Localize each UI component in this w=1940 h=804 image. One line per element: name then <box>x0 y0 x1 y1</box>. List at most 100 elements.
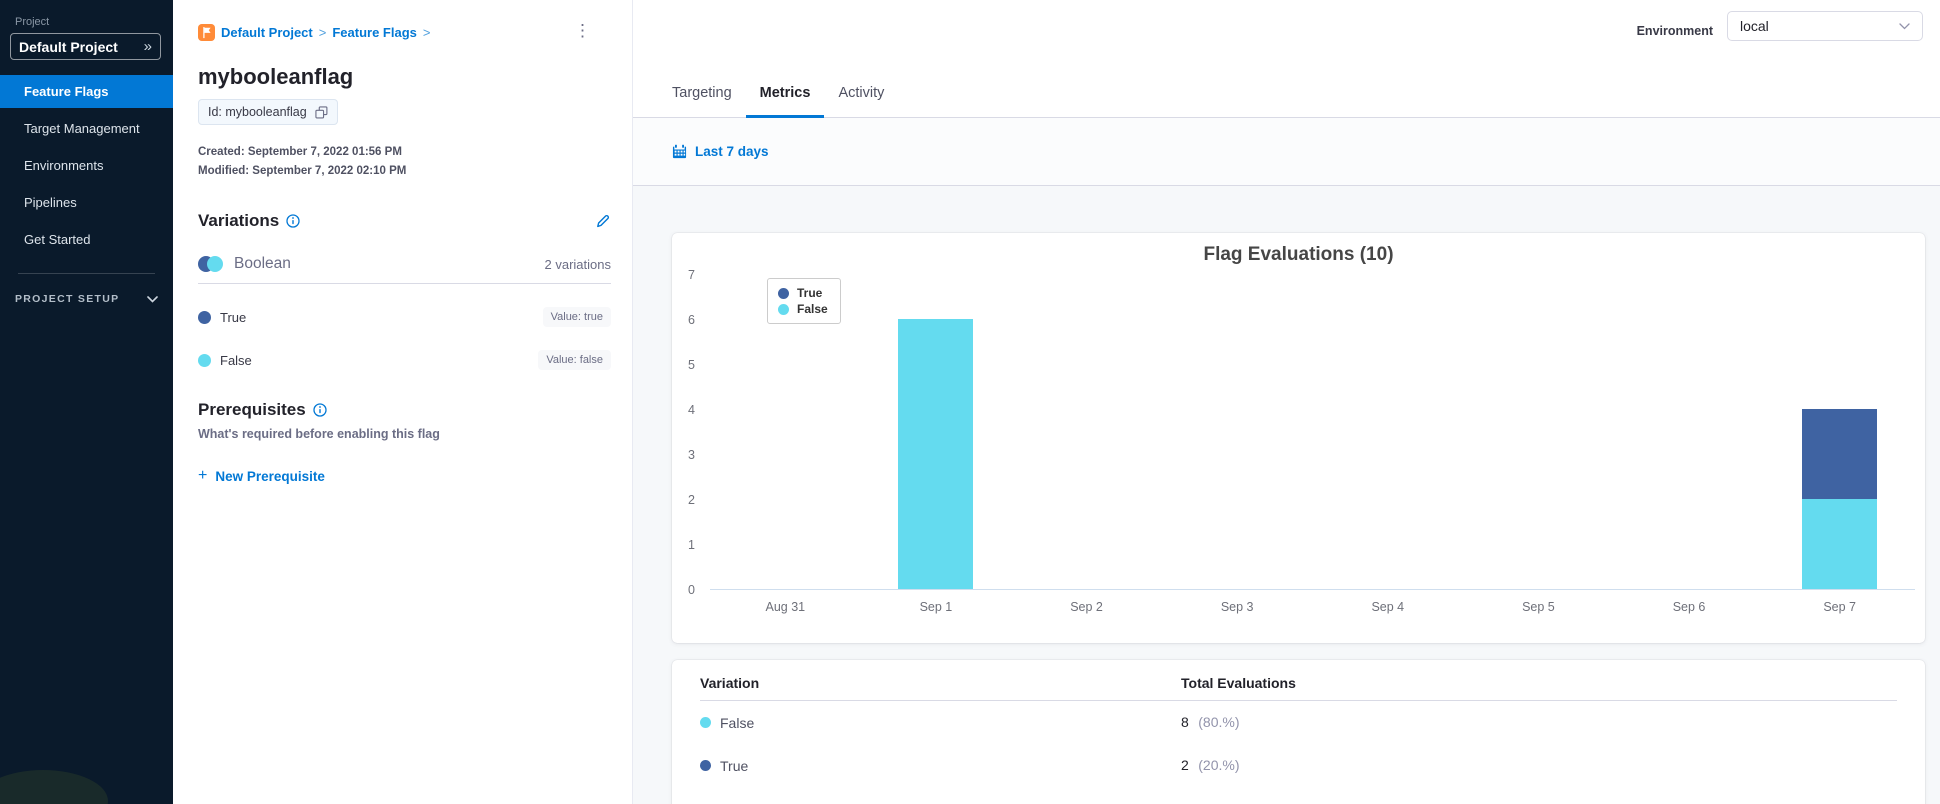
variation-value-chip: Value: false <box>538 350 611 370</box>
breadcrumb-link-feature-flags[interactable]: Feature Flags <box>332 25 417 40</box>
info-icon[interactable] <box>313 403 327 417</box>
project-selector-value: Default Project <box>19 38 118 55</box>
y-tick-label: 6 <box>688 313 695 327</box>
y-tick-label: 7 <box>688 268 695 282</box>
variation-value-chip: Value: true <box>542 307 611 327</box>
total-percentage: (80.%) <box>1198 713 1240 730</box>
x-tick-label: Sep 6 <box>1672 600 1706 614</box>
variation-type-label: Boolean <box>234 255 291 272</box>
project-selector[interactable]: Default Project » <box>10 33 161 60</box>
feature-flags-module-icon <box>198 24 215 41</box>
column-header-variation: Variation <box>700 675 760 691</box>
table-header-row: Variation Total Evaluations <box>700 660 1897 700</box>
tab-targeting[interactable]: Targeting <box>658 77 746 118</box>
tab-bar: Targeting Metrics Activity <box>658 77 898 118</box>
variation-name: False <box>720 714 755 731</box>
main-header: Environment local Targeting Metrics Acti… <box>633 0 1940 118</box>
variation-cell: True <box>700 758 1181 774</box>
plus-icon: + <box>198 467 208 484</box>
tab-activity[interactable]: Activity <box>824 77 898 118</box>
bar-segment-false <box>898 319 974 589</box>
sidebar-nav: Feature Flags Target Management Environm… <box>0 75 173 256</box>
variation-cell: False <box>700 715 1181 731</box>
y-tick-label: 4 <box>688 403 695 417</box>
new-prerequisite-label: New Prerequisite <box>215 468 325 484</box>
kebab-menu-icon[interactable]: ⋮ <box>574 22 591 39</box>
breadcrumb-separator: > <box>318 25 327 40</box>
created-timestamp: Created: September 7, 2022 01:56 PM <box>198 146 402 158</box>
x-tick-label: Sep 1 <box>919 600 953 614</box>
tab-metrics[interactable]: Metrics <box>745 77 825 118</box>
total-value: 2 <box>1181 756 1189 773</box>
sidebar-item-environments[interactable]: Environments <box>0 149 173 182</box>
environment-picker: Environment local <box>1637 11 1923 41</box>
table-row: True 2 (20.%) <box>700 744 1897 787</box>
chevron-down-icon <box>1899 22 1910 29</box>
metrics-filter-bar: Last 7 days <box>633 118 1940 186</box>
copy-icon[interactable] <box>315 105 328 119</box>
environment-label: Environment <box>1636 24 1713 38</box>
boolean-circle-false <box>207 256 223 272</box>
date-range-filter-label: Last 7 days <box>695 144 769 159</box>
total-percentage: (20.%) <box>1198 756 1240 773</box>
sidebar-item-get-started[interactable]: Get Started <box>0 223 173 256</box>
project-setup-label: PROJECT SETUP <box>15 293 120 305</box>
double-chevron-icon[interactable]: » <box>144 38 152 55</box>
new-prerequisite-button[interactable]: + New Prerequisite <box>198 468 325 484</box>
sidebar: Project Default Project » Feature Flags … <box>0 0 173 804</box>
evaluations-table-card: Variation Total Evaluations False 8 (80.… <box>672 660 1925 804</box>
date-range-filter-button[interactable]: Last 7 days <box>672 144 769 159</box>
prerequisites-description: What's required before enabling this fla… <box>198 427 440 441</box>
help-widget-blob[interactable] <box>0 770 108 804</box>
x-tick-label: Sep 7 <box>1823 600 1857 614</box>
sidebar-project-setup-toggle[interactable]: PROJECT SETUP <box>15 293 158 305</box>
info-icon[interactable] <box>286 214 300 228</box>
variation-dot-false <box>700 717 711 728</box>
x-tick-label: Sep 2 <box>1070 600 1103 614</box>
variation-dot-true <box>198 310 211 324</box>
variation-row-true: True Value: true <box>198 307 611 327</box>
breadcrumb-separator: > <box>422 25 431 40</box>
variations-header: Variations <box>198 211 611 231</box>
app-root: Project Default Project » Feature Flags … <box>0 0 1940 804</box>
sidebar-item-feature-flags[interactable]: Feature Flags <box>0 75 173 108</box>
variation-row-false: False Value: false <box>198 350 611 370</box>
x-tick-label: Aug 31 <box>765 600 806 614</box>
bar-segment-false <box>1802 499 1878 589</box>
chart-title: Flag Evaluations (10) <box>1203 244 1394 265</box>
sidebar-divider <box>18 273 155 274</box>
breadcrumb-link-default-project[interactable]: Default Project <box>221 25 313 40</box>
environment-select[interactable]: local <box>1727 11 1923 41</box>
modified-timestamp: Modified: September 7, 2022 02:10 PM <box>198 165 407 177</box>
variation-dot-true <box>700 760 711 771</box>
flag-id-chip: Id: mybooleanflag <box>198 99 338 125</box>
flag-detail-panel: Default Project > Feature Flags > ⋮ mybo… <box>173 0 633 804</box>
flag-title: mybooleanflag <box>198 64 354 89</box>
flag-evaluations-chart-card: Flag Evaluations (10) True False 01234567… <box>672 233 1925 643</box>
breadcrumb: Default Project > Feature Flags > <box>198 24 611 41</box>
sidebar-item-pipelines[interactable]: Pipelines <box>0 186 173 219</box>
y-tick-label: 3 <box>688 448 695 462</box>
x-tick-label: Sep 4 <box>1371 600 1405 614</box>
total-evaluations-cell: 2 (20.%) <box>1181 757 1239 775</box>
edit-pencil-icon[interactable] <box>594 213 611 230</box>
total-evaluations-cell: 8 (80.%) <box>1181 714 1239 732</box>
metrics-content: Flag Evaluations (10) True False 0 1 2 3 4 5 6 7… <box>633 186 1940 804</box>
bar-segment-true <box>1802 409 1878 499</box>
chevron-down-icon <box>147 295 158 303</box>
variation-name: True <box>220 309 247 325</box>
flag-meta: Created: September 7, 2022 01:56 PM Modi… <box>198 143 611 181</box>
variation-count: 2 variations <box>544 256 611 272</box>
prerequisites-header: Prerequisites <box>198 400 611 420</box>
x-tick-label: Sep 5 <box>1522 600 1555 614</box>
variation-type-row: Boolean 2 variations <box>198 255 611 273</box>
prerequisites-heading: Prerequisites <box>198 400 306 419</box>
total-value: 8 <box>1181 713 1189 730</box>
sidebar-item-target-management[interactable]: Target Management <box>0 112 173 145</box>
main-content: Environment local Targeting Metrics Acti… <box>633 0 1940 804</box>
chart-plot: 0 1 2 3 4 5 6 7 Aug 31 Sep 1 Sep 2 Sep 3 Sep 4 Sep 5 S… <box>688 268 1915 614</box>
x-tick-label: Sep 3 <box>1220 600 1254 614</box>
variations-heading: Variations <box>198 211 280 230</box>
variation-name: False <box>220 352 252 368</box>
environment-select-value: local <box>1740 18 1769 34</box>
